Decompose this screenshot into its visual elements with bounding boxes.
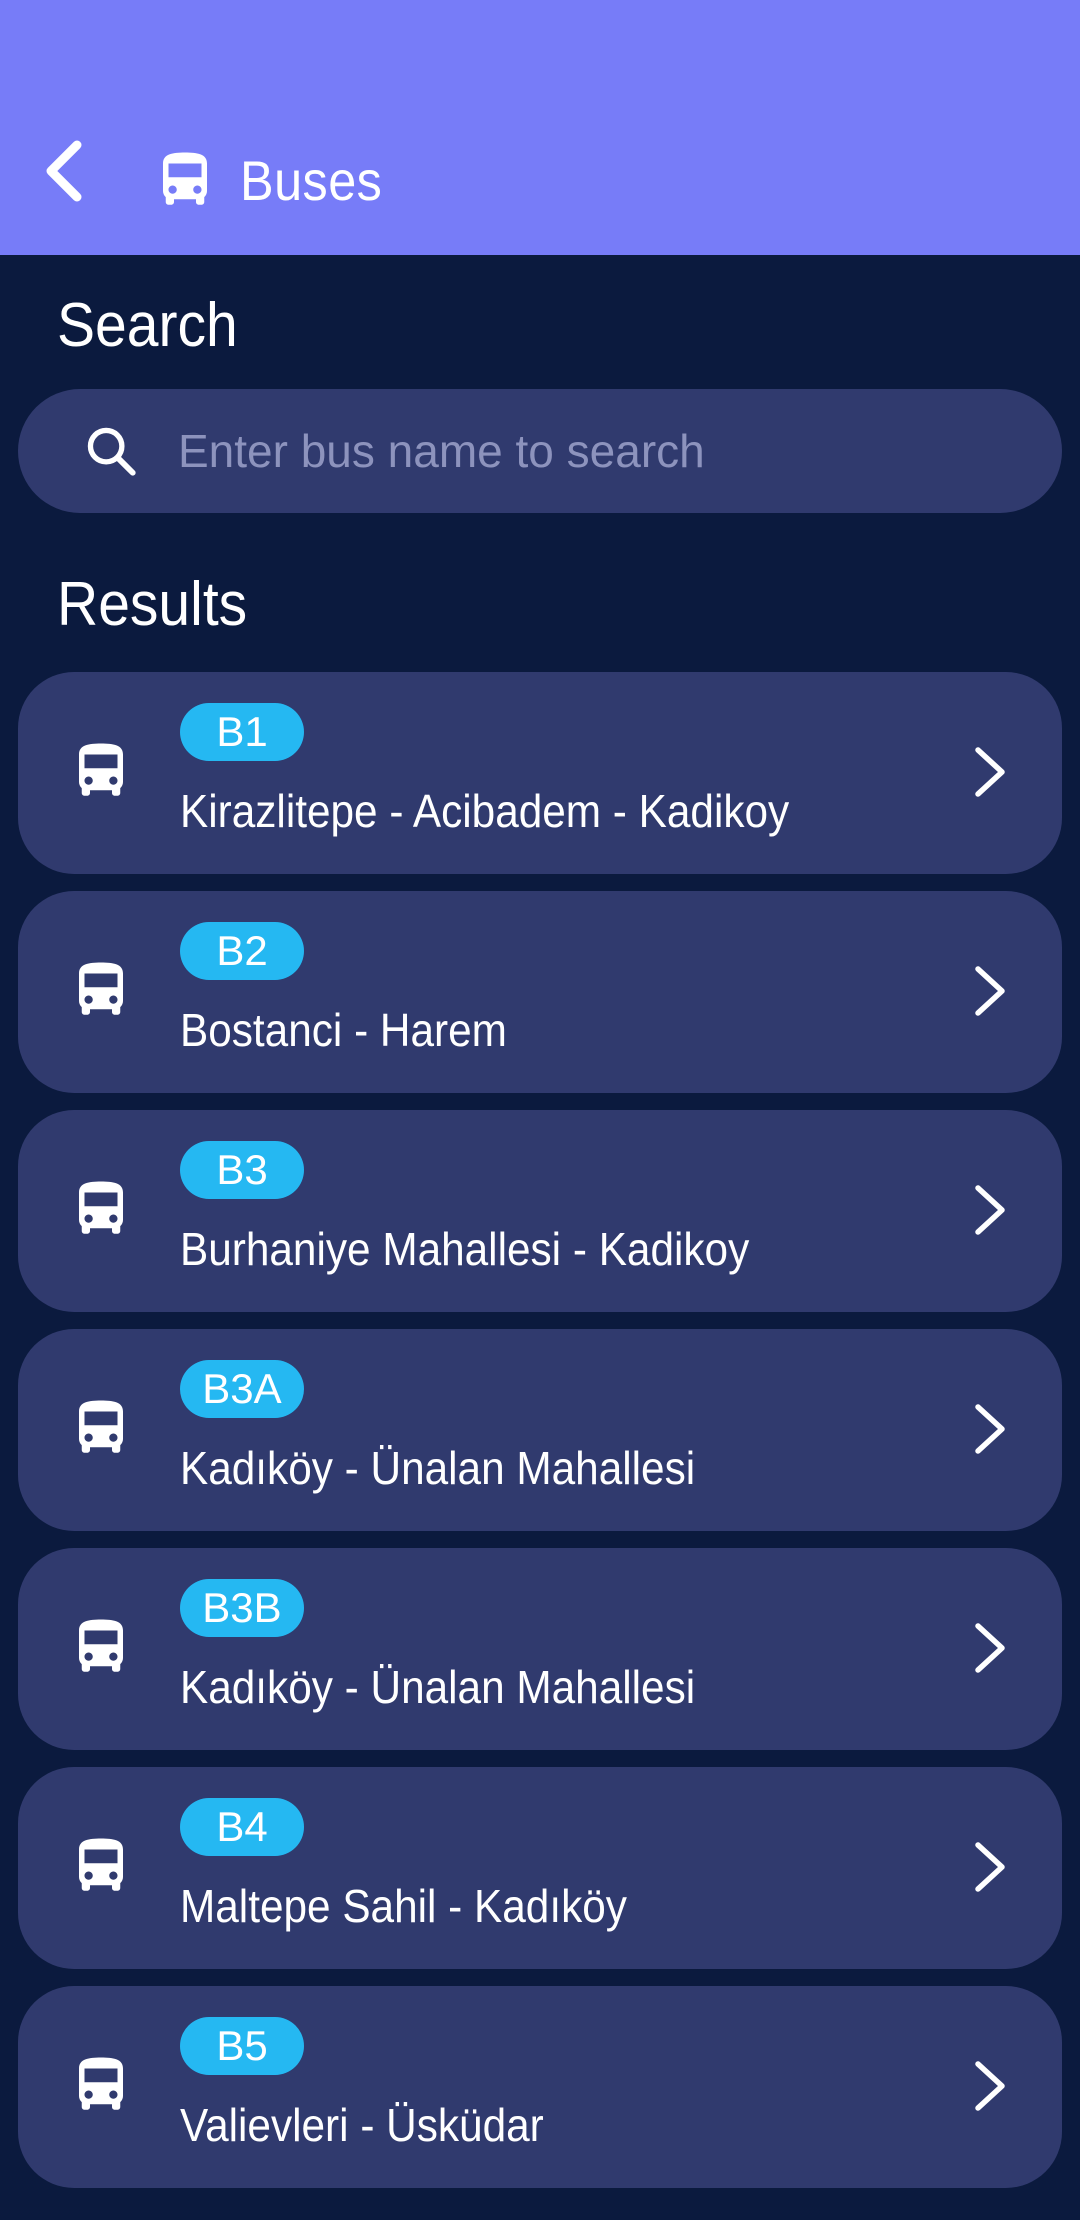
bus-list-item[interactable]: B3 Burhaniye Mahallesi - Kadikoy (18, 1110, 1062, 1312)
chevron-right-icon (975, 747, 1005, 797)
chevron-right-icon (975, 1623, 1005, 1673)
search-input[interactable] (176, 423, 1000, 479)
bus-icon (79, 743, 123, 796)
bus-list-item[interactable]: B4 Maltepe Sahil - Kadıköy (18, 1767, 1062, 1969)
bus-icon (163, 152, 207, 205)
page-title: Buses (240, 148, 383, 212)
search-icon (87, 427, 136, 476)
route-code-badge: B5 (180, 2017, 304, 2075)
chevron-right-icon (975, 966, 1005, 1016)
results-section-title: Results (57, 570, 248, 639)
bus-icon (79, 1181, 123, 1234)
route-name: Maltepe Sahil - Kadıköy (180, 1880, 627, 1932)
results-list: B1 Kirazlitepe - Acibadem - Kadikoy B2 B… (18, 672, 1062, 2205)
bus-list-item[interactable]: B3A Kadıköy - Ünalan Mahallesi (18, 1329, 1062, 1531)
app-bar: Buses (0, 0, 1080, 255)
route-name: Kadıköy - Ünalan Mahallesi (180, 1661, 696, 1713)
chevron-right-icon (975, 1842, 1005, 1892)
bus-icon (79, 962, 123, 1015)
chevron-right-icon (975, 2061, 1005, 2111)
bus-list-item[interactable]: B3B Kadıköy - Ünalan Mahallesi (18, 1548, 1062, 1750)
search-bar[interactable] (18, 389, 1062, 513)
route-code-badge: B2 (180, 922, 304, 980)
route-code-badge: B3A (180, 1360, 304, 1418)
bus-list-item[interactable]: B5 Valievleri - Üsküdar (18, 1986, 1062, 2188)
bus-list-item[interactable]: B2 Bostanci - Harem (18, 891, 1062, 1093)
bus-icon (79, 1838, 123, 1891)
chevron-right-icon (975, 1404, 1005, 1454)
bus-list-item[interactable]: B1 Kirazlitepe - Acibadem - Kadikoy (18, 672, 1062, 874)
bus-icon (79, 1400, 123, 1453)
route-code-badge: B4 (180, 1798, 304, 1856)
route-name: Valievleri - Üsküdar (180, 2099, 544, 2151)
route-code-badge: B1 (180, 703, 304, 761)
bus-icon (79, 2057, 123, 2110)
route-name: Kadıköy - Ünalan Mahallesi (180, 1442, 696, 1494)
route-code-badge: B3 (180, 1141, 304, 1199)
chevron-left-icon (46, 140, 82, 202)
route-name: Burhaniye Mahallesi - Kadikoy (180, 1223, 750, 1275)
bus-icon (79, 1619, 123, 1672)
search-section-title: Search (57, 291, 238, 360)
app-title: Buses (152, 140, 398, 220)
route-name: Bostanci - Harem (180, 1004, 507, 1056)
back-button[interactable] (28, 128, 98, 214)
route-name: Kirazlitepe - Acibadem - Kadikoy (180, 785, 790, 837)
route-code-badge: B3B (180, 1579, 304, 1637)
chevron-right-icon (975, 1185, 1005, 1235)
